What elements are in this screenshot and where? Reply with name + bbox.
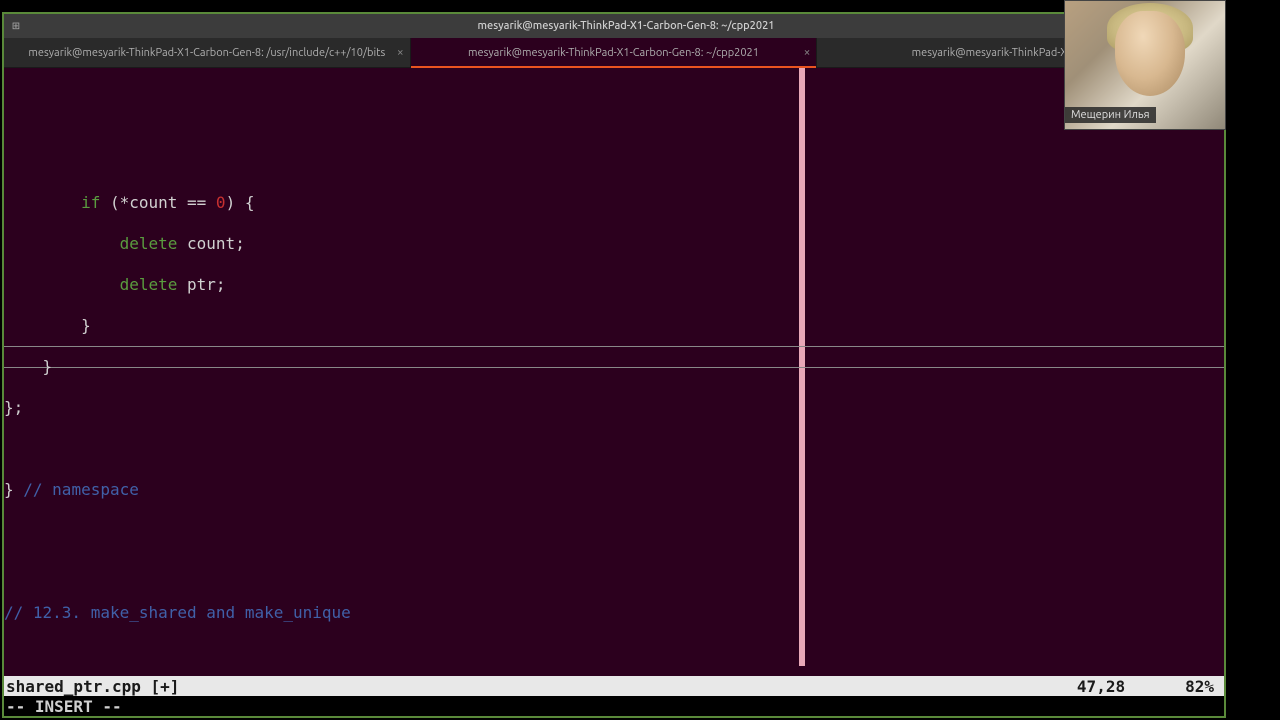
tab-label: mesyarik@mesyarik-ThinkPad-X1-Carbon-Gen… [468,47,759,59]
vim-status-bar: shared_ptr.cpp [+] 47,28 82% [4,676,1224,696]
code-content: if (*count == 0) { delete count; delete … [4,171,1224,677]
window-menu-icon[interactable]: ⊞ [4,14,28,38]
status-position: 47,28 [1077,677,1125,696]
code-text: } [4,316,91,335]
status-percent: 82% [1185,677,1214,696]
status-filename: shared_ptr.cpp [+] [6,677,1077,696]
webcam-overlay: Мещерин Илья [1064,0,1226,130]
webcam-figure [1115,11,1185,96]
terminal-window: ⊞ mesyarik@mesyarik-ThinkPad-X1-Carbon-G… [2,12,1226,718]
vim-mode-bar: -- INSERT -- [4,696,1224,716]
code-text [4,275,120,294]
tab-1[interactable]: mesyarik@mesyarik-ThinkPad-X1-Carbon-Gen… [411,38,818,67]
code-text: ptr; [177,275,225,294]
title-bar: ⊞ mesyarik@mesyarik-ThinkPad-X1-Carbon-G… [4,14,1224,38]
code-text [4,193,81,212]
tab-bar: mesyarik@mesyarik-ThinkPad-X1-Carbon-Gen… [4,38,1224,68]
editor-pane[interactable]: if (*count == 0) { delete count; delete … [4,68,1224,676]
keyword: if [81,193,100,212]
code-text: (*count == [100,193,216,212]
comment: // namespace [14,480,139,499]
window-title: mesyarik@mesyarik-ThinkPad-X1-Carbon-Gen… [28,20,1224,32]
code-text: } [4,480,14,499]
comment: // 12.3. make_shared and make_unique [4,603,351,622]
tab-label: mesyarik@mesyarik-ThinkPad-X1-Carbon-Gen… [28,47,385,59]
close-icon[interactable]: × [397,46,404,59]
vim-mode: -- INSERT -- [6,697,122,716]
tab-0[interactable]: mesyarik@mesyarik-ThinkPad-X1-Carbon-Gen… [4,38,411,67]
keyword: delete [120,275,178,294]
number: 0 [216,193,226,212]
close-icon[interactable]: × [804,46,811,59]
code-text: } [4,357,52,376]
webcam-name: Мещерин Илья [1065,107,1156,123]
code-text: ) { [226,193,255,212]
keyword: delete [120,234,178,253]
code-text: count; [177,234,244,253]
code-text: }; [4,398,23,417]
code-text [4,234,120,253]
